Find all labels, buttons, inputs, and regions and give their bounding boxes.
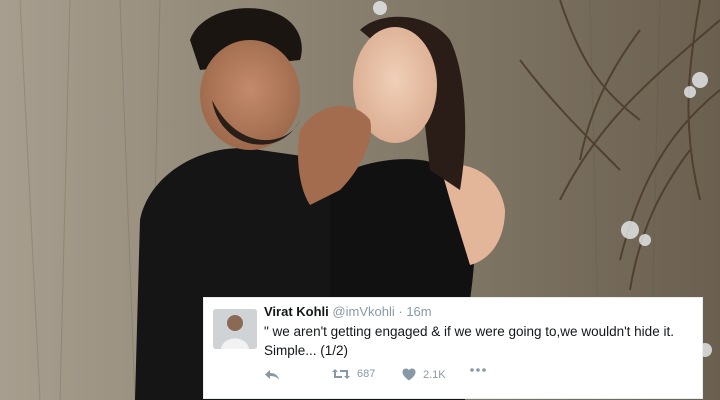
retweet-icon [332, 369, 350, 379]
heart-icon [402, 368, 416, 381]
more-dots-icon [470, 368, 486, 372]
man-face [200, 40, 300, 150]
tweet-actions: 687 2.1K [264, 368, 684, 384]
tweet-header: Virat Kohli @imVkohli · 16m [264, 304, 692, 319]
reply-icon [265, 370, 279, 380]
retweet-button[interactable]: 687 [332, 368, 375, 380]
retweet-count: 687 [357, 368, 376, 380]
more-button[interactable] [470, 368, 486, 372]
author-handle[interactable]: @imVkohli [332, 304, 394, 319]
tweet-text: " we aren't getting engaged & if we were… [264, 322, 692, 360]
avatar-image [213, 309, 257, 349]
author-name[interactable]: Virat Kohli [264, 304, 329, 319]
like-count: 2.1K [423, 368, 446, 381]
tweet-text-line-1: " we aren't getting engaged & if we were… [264, 324, 674, 339]
tweet-timestamp[interactable]: 16m [406, 304, 431, 319]
tweet-card[interactable]: Virat Kohli @imVkohli · 16m " we aren't … [204, 298, 702, 398]
like-button[interactable]: 2.1K [402, 368, 446, 381]
tweet-text-line-2: Simple... (1/2) [264, 343, 349, 358]
tweet-body: Virat Kohli @imVkohli · 16m " we aren't … [264, 304, 692, 360]
reply-button[interactable] [264, 368, 280, 382]
header-separator: · [398, 304, 403, 319]
avatar[interactable] [213, 309, 257, 349]
